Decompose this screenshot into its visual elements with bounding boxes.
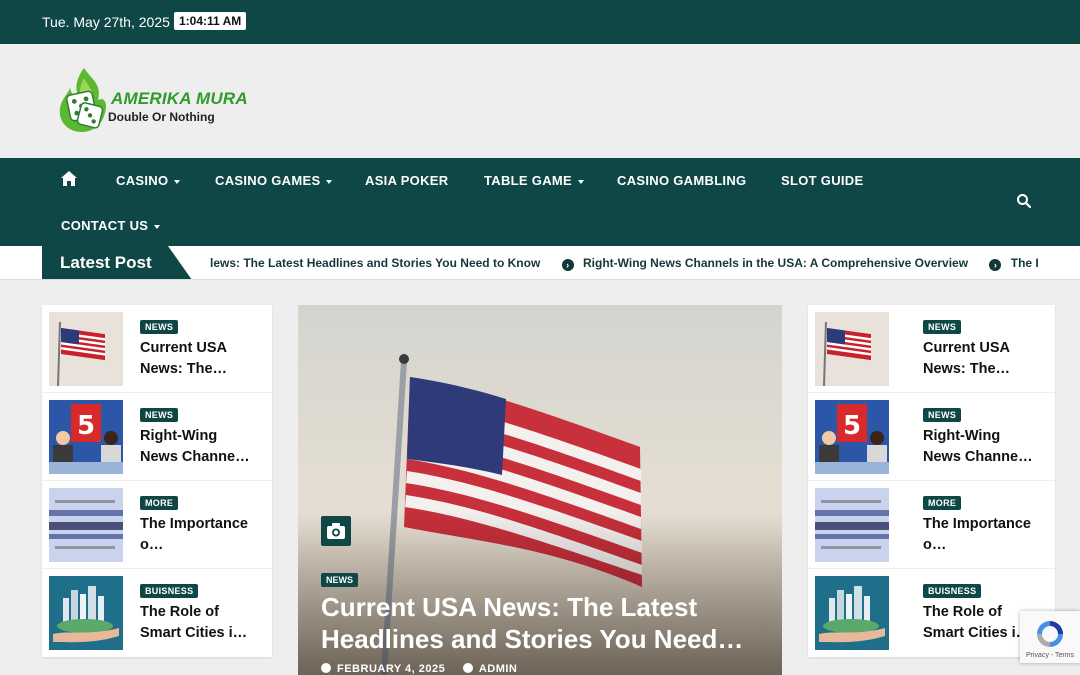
camera-icon [321,516,351,546]
post-thumbnail-flag[interactable] [815,312,889,386]
post-thumbnail-fact-checking[interactable] [49,488,123,562]
svg-text:5: 5 [77,411,95,441]
category-badge[interactable]: NEWS [923,320,962,334]
category-badge[interactable]: NEWS [140,320,179,334]
home-icon[interactable] [60,170,78,187]
post-title[interactable]: The Role of Smart Cities i… [140,602,258,644]
post-title[interactable]: Right-Wing News Channe… [140,426,258,468]
site-brand-name[interactable]: AMERIKA MURA [111,89,248,109]
recaptcha-terms[interactable]: Privacy - Terms [1026,652,1074,659]
category-badge[interactable]: NEWS [923,408,962,422]
clock-icon [321,663,331,673]
category-badge[interactable]: NEWS [140,408,179,422]
post-title[interactable]: The Importance o… [923,514,1041,556]
arrow-right-circle-icon: › [989,259,1002,271]
latest-post-ticker: Latest Post lews: The Latest Headlines a… [0,246,1080,280]
list-item[interactable]: MORE The Importance o… [808,481,1055,569]
post-title[interactable]: Current USA News: The… [923,338,1041,380]
recaptcha-icon [1037,621,1063,647]
post-title[interactable]: The Importance o… [140,514,258,556]
post-title[interactable]: Right-Wing News Channe… [923,426,1041,468]
category-badge[interactable]: BUISNESS [923,584,982,598]
side-post-list-right: NEWS Current USA News: The… 5 NEWS Right… [808,305,1055,657]
nav-item-casino[interactable]: CASINO [116,173,181,188]
post-thumbnail-flag[interactable] [49,312,123,386]
recaptcha-badge[interactable]: Privacy - Terms [1020,611,1080,663]
list-item[interactable]: NEWS Current USA News: The… [808,305,1055,393]
ticker-item[interactable]: lews: The Latest Headlines and Stories Y… [210,256,540,270]
nav-item-asia-poker[interactable]: ASIA POKER [365,173,448,188]
ticker-label: Latest Post [42,246,192,279]
nav-item-contact-us[interactable]: CONTACT US [61,218,161,233]
post-thumbnail-news[interactable]: 5 [49,400,123,474]
dice-flame-logo-icon[interactable] [54,66,114,134]
ticker-item[interactable]: Right-Wing News Channels in the USA: A C… [583,256,968,270]
current-time: 1:04:11 AM [174,12,247,30]
featured-post-hero[interactable]: NEWS Current USA News: The Latest Headli… [298,305,782,675]
nav-item-casino-games[interactable]: CASINO GAMES [215,173,333,188]
category-badge[interactable]: BUISNESS [140,584,199,598]
ticker-track: lews: The Latest Headlines and Stories Y… [210,256,1038,274]
chevron-down-icon [326,179,333,184]
list-item[interactable]: NEWS Current USA News: The… [42,305,272,393]
post-author[interactable]: ADMIN [479,663,518,675]
chevron-down-icon [577,179,584,184]
nav-item-casino-gambling[interactable]: CASINO GAMBLING [617,173,746,188]
nav-item-table-game[interactable]: TABLE GAME [484,173,584,188]
featured-post-title[interactable]: Current USA News: The Latest Headlines a… [321,591,771,655]
side-post-list-left: NEWS Current USA News: The… 5 NEWS Right… [42,305,272,657]
arrow-right-circle-icon: › [561,259,574,271]
category-badge[interactable]: NEWS [321,573,358,587]
main-navigation [0,158,1080,246]
ticker-item[interactable]: The Imp [1011,256,1038,270]
post-thumbnail-smart-city[interactable] [49,576,123,650]
site-tagline: Double Or Nothing [108,110,215,124]
user-icon [462,663,473,673]
category-badge[interactable]: MORE [140,496,179,510]
list-item[interactable]: BUISNESS The Role of Smart Cities i… [808,569,1055,657]
chevron-down-icon [174,179,181,184]
list-item[interactable]: BUISNESS The Role of Smart Cities i… [42,569,272,657]
post-title[interactable]: Current USA News: The… [140,338,258,380]
svg-text:5: 5 [843,411,861,441]
post-thumbnail-news[interactable]: 5 [815,400,889,474]
list-item[interactable]: 5 NEWS Right-Wing News Channe… [808,393,1055,481]
list-item[interactable]: 5 NEWS Right-Wing News Channe… [42,393,272,481]
top-bar: Tue. May 27th, 2025 1:04:11 AM [0,0,1080,44]
list-item[interactable]: MORE The Importance o… [42,481,272,569]
category-badge[interactable]: MORE [923,496,962,510]
post-thumbnail-fact-checking[interactable] [815,488,889,562]
post-thumbnail-smart-city[interactable] [815,576,889,650]
search-icon[interactable] [1016,193,1032,209]
chevron-down-icon [154,224,161,229]
post-meta: FEBRUARY 4, 2025 ADMIN [321,663,517,675]
current-date: Tue. May 27th, 2025 [42,14,170,30]
post-date[interactable]: FEBRUARY 4, 2025 [337,663,445,675]
nav-item-slot-guide[interactable]: SLOT GUIDE [781,173,863,188]
